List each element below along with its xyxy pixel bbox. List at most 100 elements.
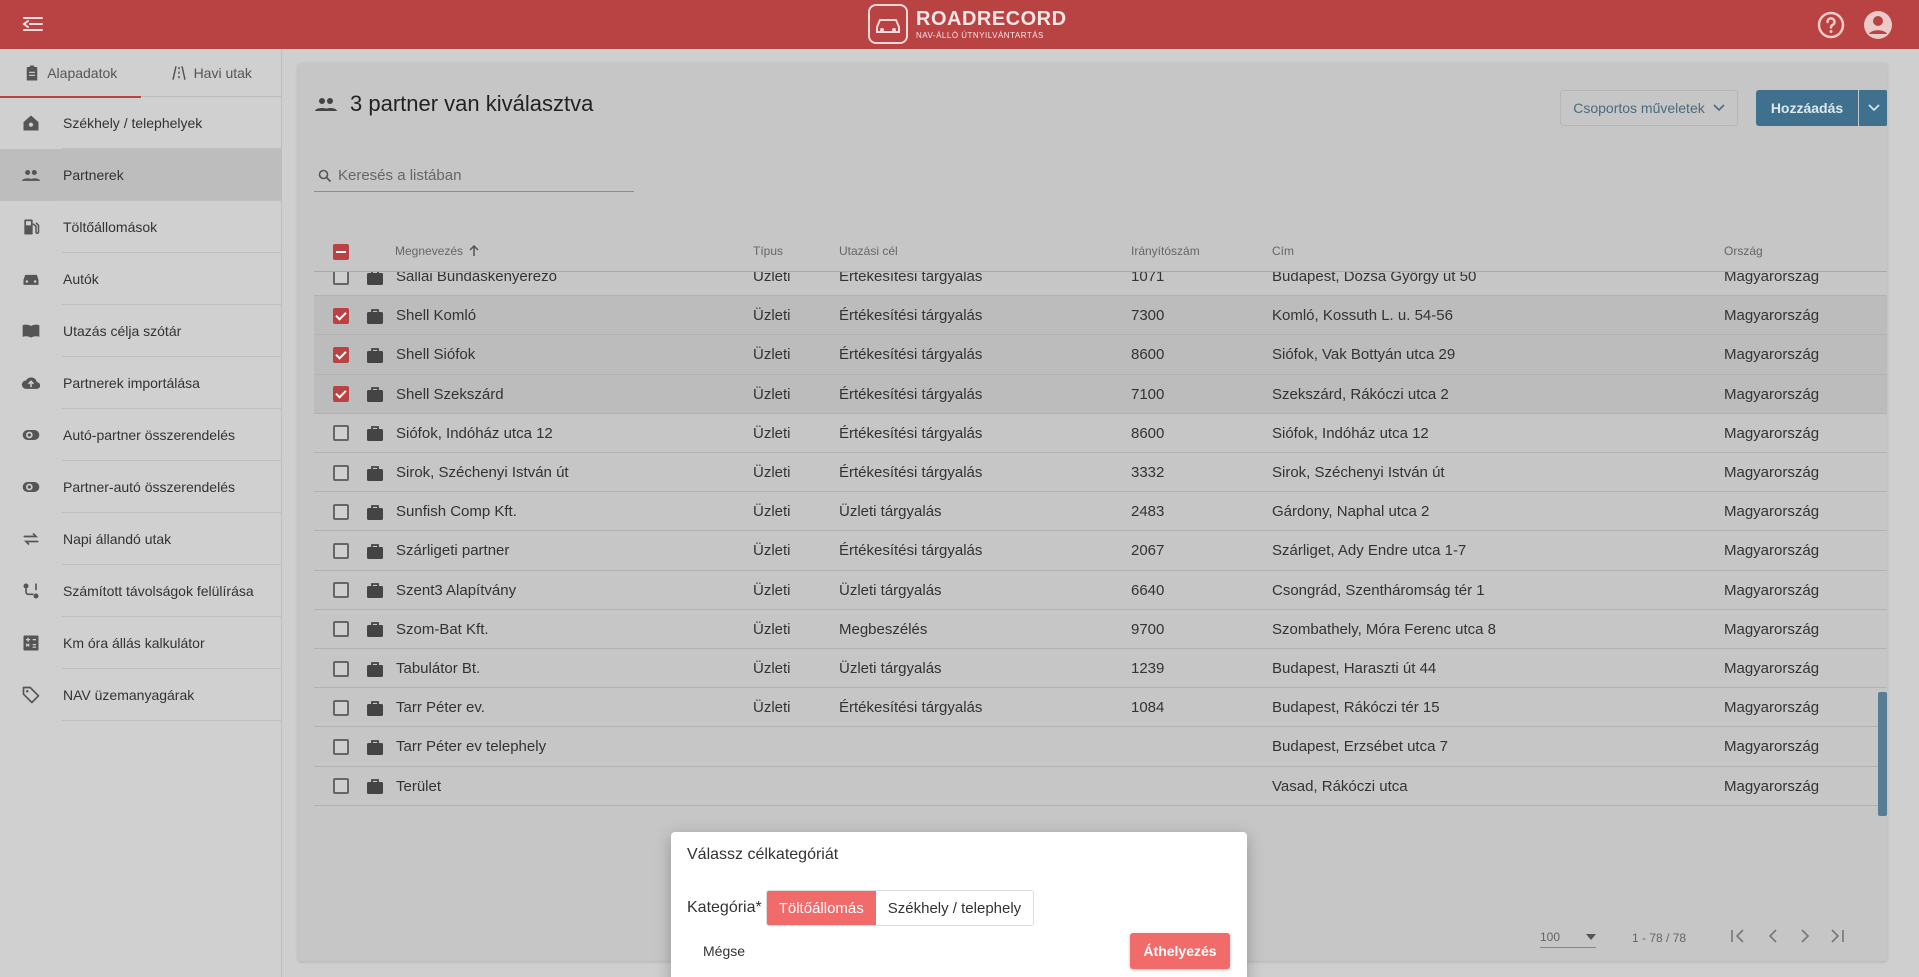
table-row[interactable]: Szárligeti partner Üzleti Értékesítési tár… <box>314 531 1887 571</box>
cell-zip: 6640 <box>1131 581 1165 599</box>
table-row[interactable]: Sunfish Comp Kft. Üzleti Üzleti tárgyalás 2… <box>314 492 1887 532</box>
briefcase-icon <box>367 308 383 324</box>
column-header-country[interactable]: Ország <box>1724 244 1763 258</box>
sidebar-item-km-kalkulator[interactable]: Km óra állás kalkulátor <box>0 617 281 669</box>
help-icon[interactable] <box>1816 10 1846 40</box>
briefcase-icon <box>367 504 383 520</box>
cell-type: Üzleti <box>753 503 791 521</box>
pagination-range: 1 - 78 / 78 <box>1632 931 1687 945</box>
repeat-icon <box>23 532 39 545</box>
bulk-actions-button[interactable]: Csoportos műveletek <box>1560 90 1738 126</box>
cell-country: Magyarország <box>1724 699 1820 717</box>
row-checkbox[interactable] <box>333 660 349 677</box>
first-page-icon <box>1731 929 1744 943</box>
row-checkbox[interactable] <box>333 464 349 481</box>
cell-address: Szombathely, Móra Ferenc utca 8 <box>1272 620 1496 638</box>
search-input[interactable] <box>338 167 618 184</box>
account-icon[interactable] <box>1863 10 1893 40</box>
page-size-select[interactable]: 100 <box>1540 926 1596 948</box>
sidebar-item-toltoallomasok[interactable]: Töltőállomások <box>0 201 281 253</box>
sidebar-item-partnerek-importalasa[interactable]: Partnerek importálása <box>0 357 281 409</box>
last-page-icon <box>1831 929 1844 943</box>
briefcase-icon <box>367 272 383 285</box>
cell-country: Magyarország <box>1724 738 1820 756</box>
first-page-button[interactable] <box>1726 924 1750 948</box>
row-checkbox[interactable] <box>333 699 349 716</box>
column-header-address[interactable]: Cím <box>1272 244 1294 258</box>
select-all-checkbox[interactable] <box>333 244 349 260</box>
prev-page-button[interactable] <box>1761 924 1785 948</box>
column-header-name[interactable]: Megnevezés <box>395 244 479 258</box>
sidebar-item-partner-auto[interactable]: Partner-autó összerendelés <box>0 461 281 513</box>
table-row[interactable]: Tabulátor Bt. Üzleti Üzleti tárgyalás 1239 B… <box>314 649 1887 689</box>
sidebar-item-szekhely[interactable]: Székhely / telephelyek <box>0 97 281 149</box>
category-toggle-group: Töltőállomás Székhely / telephely <box>765 890 1035 926</box>
move-button[interactable]: Áthelyezés <box>1130 933 1230 969</box>
category-option-szekhely[interactable]: Székhely / telephely <box>876 891 1033 925</box>
row-checkbox[interactable] <box>333 582 349 599</box>
category-option-toltoallomas[interactable]: Töltőállomás <box>766 891 876 925</box>
table-scrollbar[interactable] <box>1878 692 1887 816</box>
chevron-right-icon <box>1801 929 1810 943</box>
sidebar-tabs: Alapadatok Havi utak <box>0 49 282 98</box>
sidebar-item-autok[interactable]: Autók <box>0 253 281 305</box>
chevron-down-icon <box>1713 104 1725 112</box>
brand-logo[interactable]: ROADRECORD NAV-ÁLLÓ ÚTNYILVÁNTARTÁS <box>868 3 1067 45</box>
table-row[interactable]: Shell Komló Üzleti Értékesítési tárgyalás 7… <box>314 296 1887 336</box>
sidebar-item-auto-partner[interactable]: Autó-partner összerendelés <box>0 409 281 461</box>
menu-collapse-icon[interactable] <box>20 12 46 36</box>
sidebar-item-partnerek[interactable]: Partnerek <box>0 149 281 201</box>
add-dropdown-button[interactable] <box>1859 90 1887 126</box>
cell-purpose: Értékesítési tárgyalás <box>839 307 983 325</box>
sidebar-item-nav-uzemanyagarak[interactable]: NAV üzemanyagárak <box>0 669 281 721</box>
toggle-icon <box>22 429 40 440</box>
table-row[interactable]: Szom-Bat Kft. Üzleti Megbeszélés 9700 Szomba… <box>314 610 1887 649</box>
table-row[interactable]: Tarr Péter ev telephely Budapest, Erzsébe… <box>314 727 1887 767</box>
column-header-zip[interactable]: Irányítószám <box>1131 244 1200 258</box>
next-page-button[interactable] <box>1793 924 1817 948</box>
cell-zip: 8600 <box>1131 424 1165 442</box>
row-checkbox[interactable] <box>333 621 349 638</box>
column-header-type[interactable]: Típus <box>753 244 783 258</box>
briefcase-icon <box>367 348 383 363</box>
row-checkbox[interactable] <box>333 346 349 363</box>
table-row[interactable]: Sallai Bundáskenyérező Üzleti Értékesítési… <box>314 272 1887 297</box>
table-row[interactable]: Sirok, Széchenyi István út Üzleti Értékesí… <box>314 453 1887 493</box>
table-row[interactable]: Szent3 Alapítvány Üzleti Üzleti tárgyalás 6… <box>314 571 1887 610</box>
brand-name: ROADRECORD <box>916 7 1067 30</box>
add-button[interactable]: Hozzáadás <box>1756 90 1858 126</box>
row-checkbox[interactable] <box>333 778 349 795</box>
table-row[interactable]: Siófok, Indóház utca 12 Üzleti Értékesítés… <box>314 414 1887 453</box>
table-row[interactable]: Shell Szekszárd Üzleti Értékesítési tárgya… <box>314 374 1887 414</box>
sidebar-item-tavolsagok[interactable]: Számított távolságok felülírása <box>0 565 281 617</box>
row-checkbox[interactable] <box>333 386 349 403</box>
tab-alapadatok[interactable]: Alapadatok <box>0 49 141 98</box>
briefcase-icon <box>367 779 383 795</box>
row-checkbox[interactable] <box>333 503 349 520</box>
table-row[interactable]: Terület Vasad, Rákóczi utca Magyarország <box>314 767 1887 806</box>
cell-address: Budapest, Haraszti út 44 <box>1272 660 1437 678</box>
cell-purpose: Értékesítési tárgyalás <box>839 346 983 364</box>
cell-address: Komló, Kossuth L. u. 54-56 <box>1272 307 1453 325</box>
cell-name: Sunfish Comp Kft. <box>396 503 517 521</box>
column-header-purpose[interactable]: Utazási cél <box>839 244 898 258</box>
sidebar-item-napi-allando-utak[interactable]: Napi állandó utak <box>0 513 281 565</box>
tab-havi-utak[interactable]: Havi utak <box>141 49 282 97</box>
book-icon <box>22 324 40 338</box>
briefcase-icon <box>367 426 383 442</box>
cancel-button[interactable]: Mégse <box>703 943 745 959</box>
category-selector: Kategória* Töltőállomás Székhely / telep… <box>687 890 1035 926</box>
row-checkbox[interactable] <box>333 542 349 559</box>
row-checkbox[interactable] <box>333 307 349 324</box>
last-page-button[interactable] <box>1825 924 1849 948</box>
row-checkbox[interactable] <box>333 738 349 755</box>
cell-address: Vasad, Rákóczi utca <box>1272 777 1408 795</box>
sidebar-item-utazas-celja[interactable]: Utazás célja szótár <box>0 305 281 357</box>
table-row[interactable]: Shell Siófok Üzleti Értékesítési tárgyalás… <box>314 335 1887 375</box>
table-row[interactable]: Tarr Péter ev. Üzleti Értékesítési tárgyal… <box>314 688 1887 728</box>
cell-country: Magyarország <box>1724 503 1820 521</box>
row-checkbox[interactable] <box>333 272 349 285</box>
cell-type: Üzleti <box>753 660 791 678</box>
top-bar: ROADRECORD NAV-ÁLLÓ ÚTNYILVÁNTARTÁS <box>0 0 1919 49</box>
row-checkbox[interactable] <box>333 425 349 442</box>
